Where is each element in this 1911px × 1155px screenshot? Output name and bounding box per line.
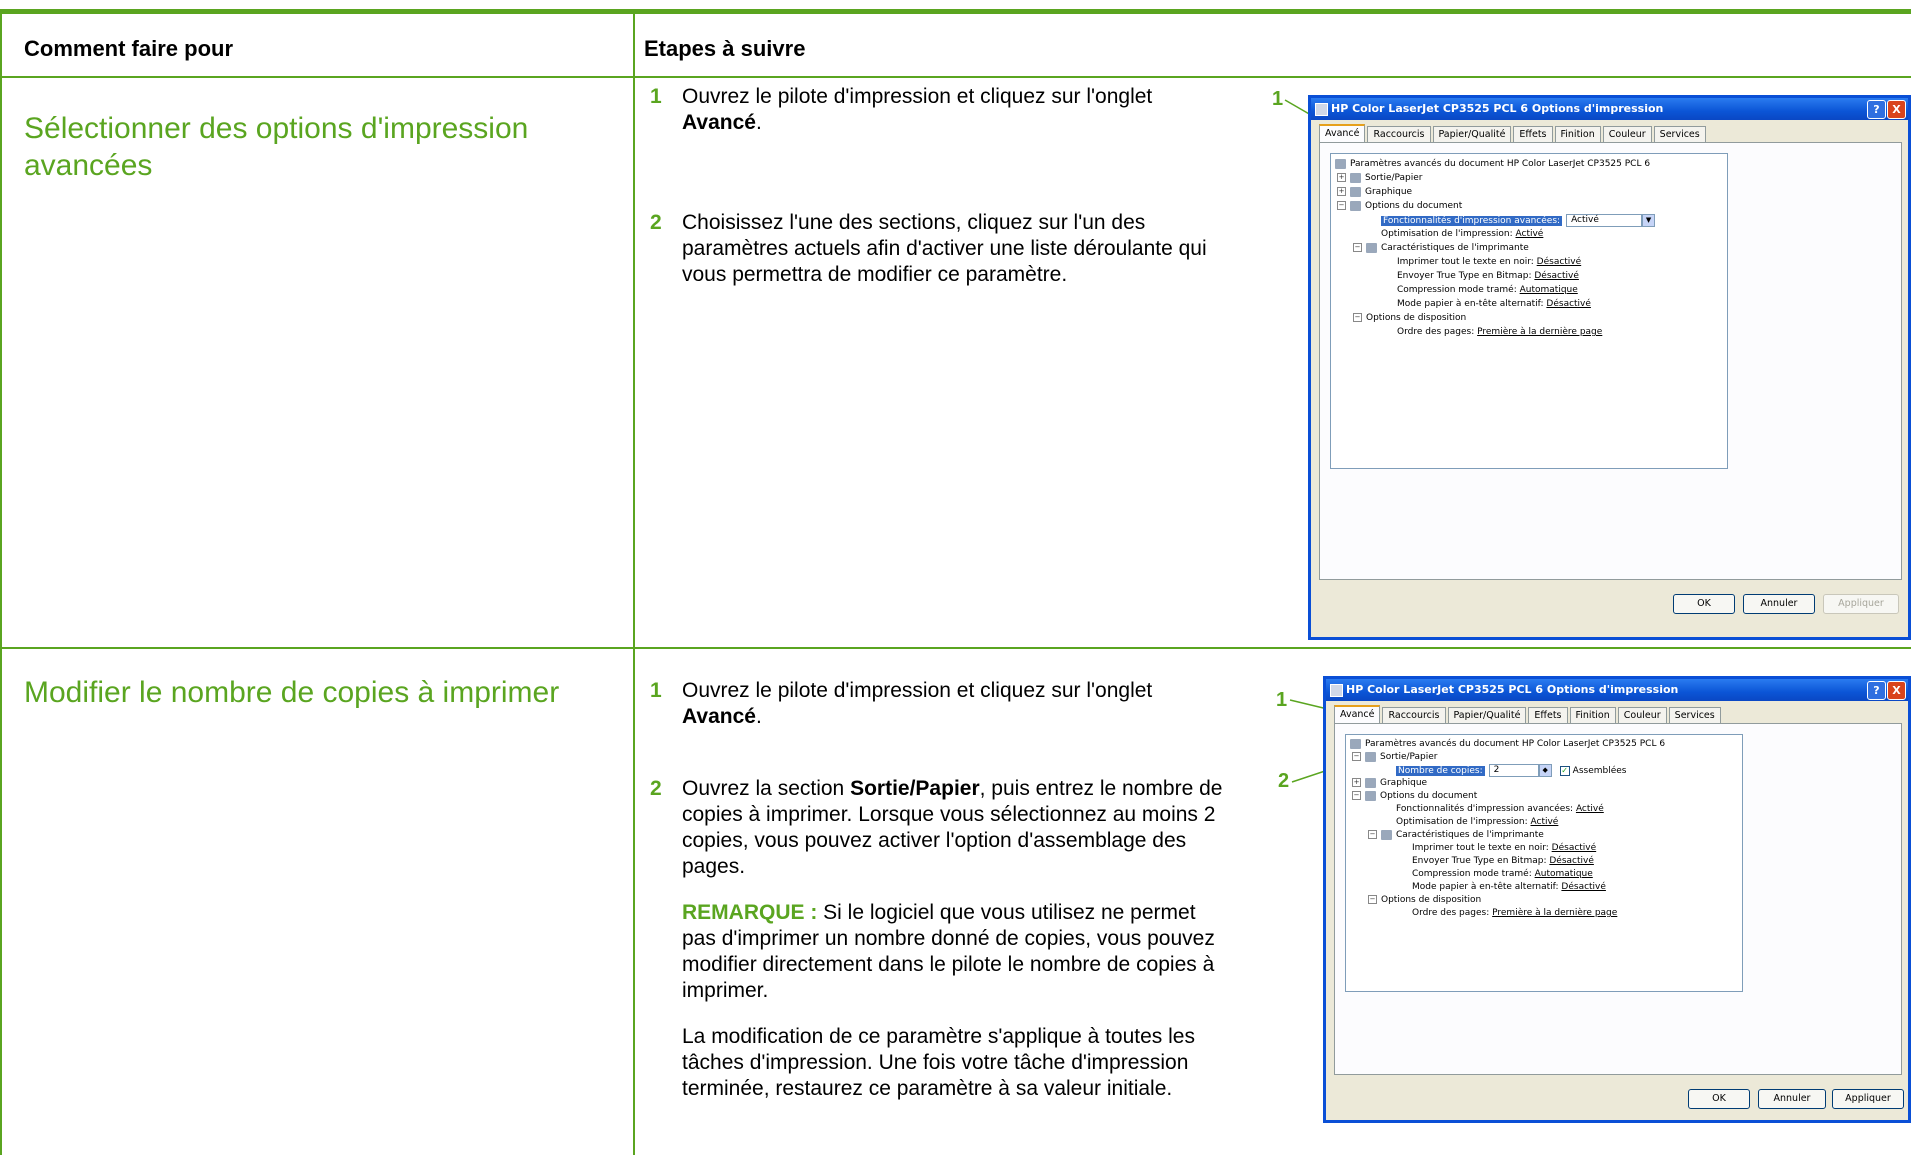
truetype-value[interactable]: Désactivé bbox=[1549, 856, 1594, 866]
tree-item-printer-features[interactable]: Caractéristiques de l'imprimante bbox=[1396, 830, 1544, 840]
optimization-value[interactable]: Activé bbox=[1516, 229, 1544, 239]
tab-services[interactable]: Services bbox=[1668, 707, 1721, 723]
settings-tree[interactable]: Paramètres avancés du document HP Color … bbox=[1330, 153, 1728, 469]
collapse-icon[interactable]: − bbox=[1353, 313, 1362, 322]
halftone-value[interactable]: Automatique bbox=[1520, 285, 1578, 295]
tab-color[interactable]: Couleur bbox=[1602, 126, 1652, 142]
collapse-icon[interactable]: − bbox=[1337, 201, 1346, 210]
printer-icon bbox=[1350, 738, 1361, 749]
expand-icon[interactable]: + bbox=[1337, 173, 1346, 182]
printer-icon bbox=[1315, 103, 1328, 116]
graphic-icon bbox=[1350, 186, 1361, 197]
graphic-icon bbox=[1365, 777, 1376, 788]
paper-icon bbox=[1350, 172, 1361, 183]
tab-finishing[interactable]: Finition bbox=[1554, 126, 1601, 142]
tab-advanced[interactable]: Avancé bbox=[1334, 705, 1381, 724]
tree-item-graphic[interactable]: Graphique bbox=[1380, 778, 1427, 788]
tab-shortcuts[interactable]: Raccourcis bbox=[1382, 707, 1446, 723]
page-order-value[interactable]: Première à la dernière page bbox=[1492, 908, 1617, 918]
letterhead-value[interactable]: Désactivé bbox=[1546, 299, 1591, 309]
black-text-value[interactable]: Désactivé bbox=[1552, 843, 1597, 853]
tab-finishing[interactable]: Finition bbox=[1569, 707, 1616, 723]
spinner-icon[interactable]: ◆ bbox=[1538, 764, 1552, 777]
dialog-titlebar: HP Color LaserJet CP3525 PCL 6 Options d… bbox=[1311, 98, 1908, 120]
tab-bar: Avancé Raccourcis Papier/Qualité Effets … bbox=[1319, 124, 1708, 143]
tab-panel: Paramètres avancés du document HP Color … bbox=[1319, 142, 1902, 580]
tree-item-advanced-features[interactable]: Fonctionnalités d'impression avancées: bbox=[1381, 216, 1563, 226]
tab-paper-quality[interactable]: Papier/Qualité bbox=[1447, 707, 1527, 723]
expand-icon[interactable]: + bbox=[1337, 187, 1346, 196]
printer-icon bbox=[1335, 158, 1346, 169]
close-button[interactable]: X bbox=[1887, 100, 1906, 119]
expand-icon[interactable]: + bbox=[1352, 778, 1361, 787]
tab-bar: Avancé Raccourcis Papier/Qualité Effets … bbox=[1334, 705, 1723, 724]
print-options-dialog: HP Color LaserJet CP3525 PCL 6 Options d… bbox=[1308, 95, 1911, 640]
tab-shortcuts[interactable]: Raccourcis bbox=[1367, 126, 1431, 142]
optimization-value[interactable]: Activé bbox=[1531, 817, 1559, 827]
collapse-icon[interactable]: − bbox=[1353, 243, 1362, 252]
help-button[interactable]: ? bbox=[1867, 681, 1886, 700]
tab-panel: Paramètres avancés du document HP Color … bbox=[1334, 723, 1902, 1075]
copies-input[interactable]: 2 bbox=[1488, 764, 1539, 777]
tree-item-output[interactable]: Sortie/Papier bbox=[1380, 752, 1438, 762]
chevron-down-icon[interactable]: ▼ bbox=[1642, 214, 1656, 227]
collapse-icon[interactable]: − bbox=[1352, 791, 1361, 800]
apply-button[interactable]: Appliquer bbox=[1832, 1089, 1904, 1109]
collate-label: Assemblées bbox=[1572, 766, 1627, 776]
printer-features-icon bbox=[1381, 829, 1392, 840]
help-button[interactable]: ? bbox=[1867, 100, 1886, 119]
close-button[interactable]: X bbox=[1887, 681, 1906, 700]
tab-advanced[interactable]: Avancé bbox=[1319, 124, 1366, 143]
collapse-icon[interactable]: − bbox=[1368, 830, 1377, 839]
advanced-features-select[interactable]: Activé bbox=[1566, 214, 1643, 227]
tree-item-layout[interactable]: Options de disposition bbox=[1366, 313, 1466, 323]
cancel-button[interactable]: Annuler bbox=[1743, 594, 1815, 614]
settings-tree[interactable]: Paramètres avancés du document HP Color … bbox=[1345, 734, 1743, 992]
page-order-value[interactable]: Première à la dernière page bbox=[1477, 327, 1602, 337]
collapse-icon[interactable]: − bbox=[1368, 895, 1377, 904]
tree-item-printer-features[interactable]: Caractéristiques de l'imprimante bbox=[1381, 243, 1529, 253]
tab-paper-quality[interactable]: Papier/Qualité bbox=[1432, 126, 1512, 142]
tab-effects[interactable]: Effets bbox=[1513, 126, 1553, 142]
printer-features-icon bbox=[1366, 242, 1377, 253]
printer-icon bbox=[1330, 684, 1343, 697]
collapse-icon[interactable]: − bbox=[1352, 752, 1361, 761]
black-text-value[interactable]: Désactivé bbox=[1537, 257, 1582, 267]
apply-button[interactable]: Appliquer bbox=[1823, 594, 1899, 614]
tree-item-doc-options[interactable]: Options du document bbox=[1365, 201, 1462, 211]
tree-item-doc-options[interactable]: Options du document bbox=[1380, 791, 1477, 801]
dialog-titlebar: HP Color LaserJet CP3525 PCL 6 Options d… bbox=[1326, 679, 1908, 701]
tree-item-output[interactable]: Sortie/Papier bbox=[1365, 173, 1423, 183]
tree-item-layout[interactable]: Options de disposition bbox=[1381, 895, 1481, 905]
cancel-button[interactable]: Annuler bbox=[1758, 1089, 1826, 1109]
print-options-dialog: HP Color LaserJet CP3525 PCL 6 Options d… bbox=[1323, 676, 1911, 1123]
tree-item-copies[interactable]: Nombre de copies: bbox=[1396, 766, 1485, 776]
paper-icon bbox=[1365, 751, 1376, 762]
ok-button[interactable]: OK bbox=[1688, 1089, 1750, 1109]
ok-button[interactable]: OK bbox=[1673, 594, 1735, 614]
document-icon bbox=[1365, 790, 1376, 801]
tab-services[interactable]: Services bbox=[1653, 126, 1706, 142]
tree-item-graphic[interactable]: Graphique bbox=[1365, 187, 1412, 197]
tab-color[interactable]: Couleur bbox=[1617, 707, 1667, 723]
document-icon bbox=[1350, 200, 1361, 211]
advanced-features-value[interactable]: Activé bbox=[1576, 804, 1604, 814]
collate-checkbox[interactable]: ✓ bbox=[1559, 765, 1570, 776]
tab-effects[interactable]: Effets bbox=[1528, 707, 1568, 723]
halftone-value[interactable]: Automatique bbox=[1535, 869, 1593, 879]
truetype-value[interactable]: Désactivé bbox=[1534, 271, 1579, 281]
letterhead-value[interactable]: Désactivé bbox=[1561, 882, 1606, 892]
